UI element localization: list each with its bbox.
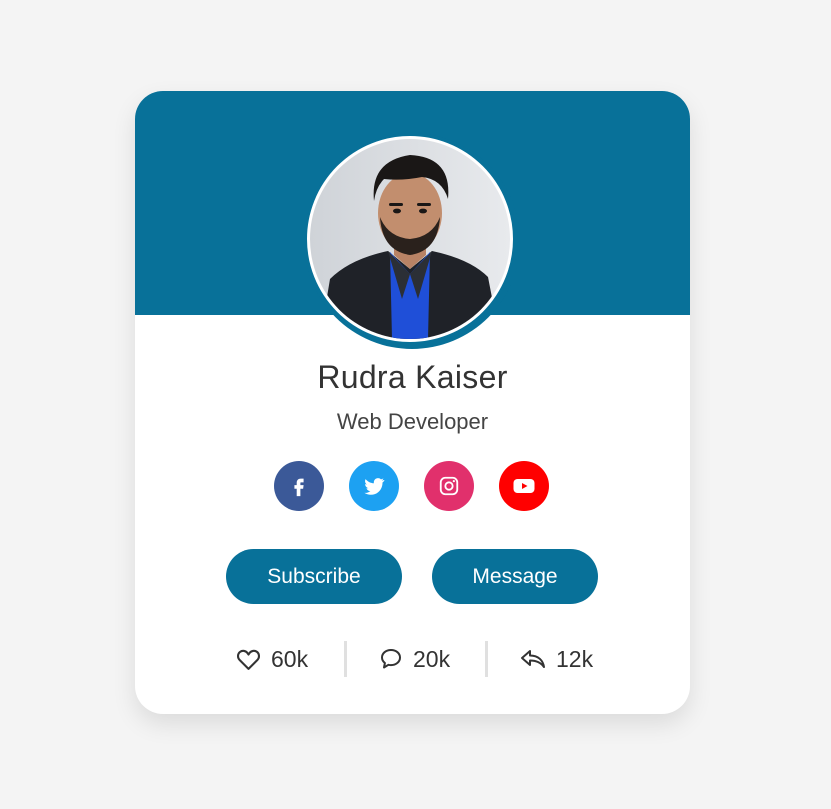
stats-divider xyxy=(344,641,347,677)
heart-icon xyxy=(236,649,261,670)
twitter-icon xyxy=(364,478,385,495)
profile-name: Rudra Kaiser xyxy=(317,359,508,395)
subscribe-button[interactable]: Subscribe xyxy=(226,549,402,604)
profile-card: Rudra Kaiser Web Developer Subscribe Mes… xyxy=(135,91,690,714)
comments-count: 20k xyxy=(413,645,451,672)
shares-stat[interactable]: 12k xyxy=(520,639,593,679)
likes-stat[interactable]: 60k xyxy=(236,639,308,679)
facebook-button[interactable] xyxy=(274,461,324,511)
stats-divider xyxy=(485,641,488,677)
instagram-icon xyxy=(439,476,459,496)
shares-count: 12k xyxy=(556,645,594,672)
avatar xyxy=(307,136,513,342)
profile-title: Web Developer xyxy=(336,409,489,434)
avatar-photo xyxy=(310,139,510,339)
facebook-icon xyxy=(294,478,304,497)
comment-icon xyxy=(381,649,401,669)
reply-icon xyxy=(521,650,545,668)
stats-row: 60k 20k 12k xyxy=(135,639,690,679)
comments-stat[interactable]: 20k xyxy=(379,639,450,679)
instagram-button[interactable] xyxy=(424,461,474,511)
social-links xyxy=(274,461,550,511)
youtube-icon xyxy=(513,479,535,493)
message-button[interactable]: Message xyxy=(432,549,598,604)
likes-count: 60k xyxy=(271,645,309,672)
twitter-button[interactable] xyxy=(349,461,399,511)
youtube-button[interactable] xyxy=(499,461,549,511)
